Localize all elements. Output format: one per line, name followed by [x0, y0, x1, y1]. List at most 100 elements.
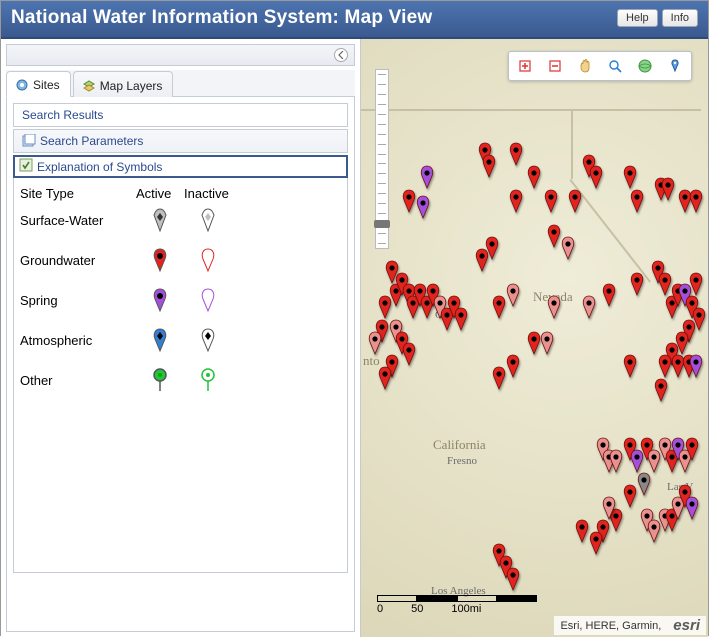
- map-site-marker[interactable]: [542, 189, 560, 216]
- main-region: Sites Map Layers Search Results: [1, 39, 708, 637]
- identify-tool[interactable]: [662, 55, 688, 77]
- map-site-marker[interactable]: [687, 272, 705, 299]
- page-title: National Water Information System: Map V…: [11, 7, 432, 29]
- map-site-marker[interactable]: [545, 295, 563, 322]
- zoom-slider-thumb[interactable]: [374, 220, 390, 228]
- explanation-of-symbols-label: Explanation of Symbols: [37, 160, 162, 174]
- zoom-slider-ticks: [378, 74, 386, 244]
- pan-tool[interactable]: [572, 55, 598, 77]
- legend-headers: Site Type Active Inactive: [20, 186, 341, 201]
- zoom-out-tool[interactable]: [542, 55, 568, 77]
- layers-tab-icon: [82, 79, 96, 93]
- scale-100: 100mi: [451, 603, 481, 615]
- legend-header-site-type: Site Type: [20, 186, 136, 201]
- legend-row-label: Surface-Water: [20, 213, 136, 228]
- map-site-marker[interactable]: [573, 519, 591, 546]
- legend-row-label: Atmospheric: [20, 333, 136, 348]
- map-site-marker[interactable]: [490, 366, 508, 393]
- legend-header-inactive: Inactive: [184, 186, 232, 201]
- map-site-marker[interactable]: [559, 236, 577, 263]
- map-site-marker[interactable]: [418, 165, 436, 192]
- map-site-marker[interactable]: [621, 354, 639, 381]
- legend-active-symbol: [136, 327, 184, 353]
- legend-active-symbol: [136, 367, 184, 393]
- symbol-legend: Site Type Active Inactive Surface-Water G…: [13, 178, 348, 573]
- scale-bar: 0 50 100mi: [377, 595, 537, 615]
- search-parameters-icon: [22, 134, 36, 148]
- map-site-marker[interactable]: [628, 189, 646, 216]
- legend-inactive-symbol: [184, 327, 232, 353]
- esri-logo: esri: [673, 617, 700, 634]
- map-site-marker[interactable]: [504, 567, 522, 594]
- map-site-marker[interactable]: [376, 366, 394, 393]
- map-site-marker[interactable]: [659, 177, 677, 204]
- attribution-text: Esri, HERE, Garmin,: [560, 620, 661, 632]
- map-site-marker[interactable]: [628, 272, 646, 299]
- search-parameters-section[interactable]: Search Parameters: [13, 129, 348, 153]
- legend-inactive-symbol: [184, 287, 232, 313]
- zoom-point-tool[interactable]: [602, 55, 628, 77]
- map-site-marker[interactable]: [687, 189, 705, 216]
- legend-row: Other: [20, 367, 341, 393]
- help-button[interactable]: Help: [617, 9, 658, 27]
- map-view[interactable]: Nevada nto City California Fresno Las V …: [361, 39, 708, 637]
- full-extent-tool[interactable]: [632, 55, 658, 77]
- legend-row: Groundwater: [20, 247, 341, 273]
- map-site-marker[interactable]: [366, 331, 384, 358]
- map-site-marker[interactable]: [566, 189, 584, 216]
- header-buttons: Help Info: [617, 9, 698, 27]
- symbols-header-icon: [19, 158, 33, 175]
- tab-sites-label: Sites: [33, 78, 60, 92]
- panel-collapse-bar[interactable]: [6, 44, 355, 66]
- map-site-marker[interactable]: [580, 295, 598, 322]
- map-site-marker[interactable]: [652, 378, 670, 405]
- map-site-marker[interactable]: [480, 154, 498, 181]
- map-site-marker[interactable]: [538, 331, 556, 358]
- legend-active-symbol: [136, 207, 184, 233]
- legend-row-label: Groundwater: [20, 253, 136, 268]
- map-site-marker[interactable]: [600, 283, 618, 310]
- map-attribution: Esri, HERE, Garmin, esri: [554, 616, 706, 635]
- legend-active-symbol: [136, 247, 184, 273]
- app-header: National Water Information System: Map V…: [1, 1, 708, 39]
- info-button[interactable]: Info: [662, 9, 698, 27]
- map-site-marker[interactable]: [525, 165, 543, 192]
- collapse-left-icon: [334, 48, 348, 62]
- map-site-marker[interactable]: [400, 342, 418, 369]
- legend-row-label: Other: [20, 373, 136, 388]
- map-site-marker[interactable]: [507, 189, 525, 216]
- map-site-marker[interactable]: [587, 165, 605, 192]
- map-site-marker[interactable]: [683, 496, 701, 523]
- scale-50: 50: [411, 603, 423, 615]
- tab-layers-label: Map Layers: [100, 79, 163, 93]
- map-site-marker[interactable]: [507, 142, 525, 169]
- legend-row: Surface-Water: [20, 207, 341, 233]
- zoom-in-tool[interactable]: [512, 55, 538, 77]
- tab-sites[interactable]: Sites: [6, 71, 71, 97]
- scale-0: 0: [377, 603, 383, 615]
- map-site-marker[interactable]: [483, 236, 501, 263]
- tab-strip: Sites Map Layers: [6, 70, 355, 97]
- tab-map-layers[interactable]: Map Layers: [73, 71, 174, 97]
- map-site-marker[interactable]: [490, 295, 508, 322]
- search-parameters-label: Search Parameters: [40, 134, 143, 148]
- map-site-marker[interactable]: [687, 354, 705, 381]
- legend-row: Atmospheric: [20, 327, 341, 353]
- map-toolbar: [508, 51, 692, 81]
- explanation-of-symbols-header[interactable]: Explanation of Symbols: [13, 155, 348, 178]
- map-marker-layer: [361, 39, 708, 637]
- map-site-marker[interactable]: [400, 189, 418, 216]
- map-site-marker[interactable]: [683, 437, 701, 464]
- legend-active-symbol: [136, 287, 184, 313]
- left-side-panel: Sites Map Layers Search Results: [1, 39, 361, 637]
- legend-header-active: Active: [136, 186, 184, 201]
- sites-tab-icon: [15, 78, 29, 92]
- legend-inactive-symbol: [184, 247, 232, 273]
- zoom-slider[interactable]: [375, 69, 389, 249]
- sites-panel: Search Results Search Parameters Explana…: [6, 97, 355, 632]
- map-site-marker[interactable]: [452, 307, 470, 334]
- legend-inactive-symbol: [184, 367, 232, 393]
- legend-row: Spring: [20, 287, 341, 313]
- legend-row-label: Spring: [20, 293, 136, 308]
- search-results-section[interactable]: Search Results: [13, 103, 348, 127]
